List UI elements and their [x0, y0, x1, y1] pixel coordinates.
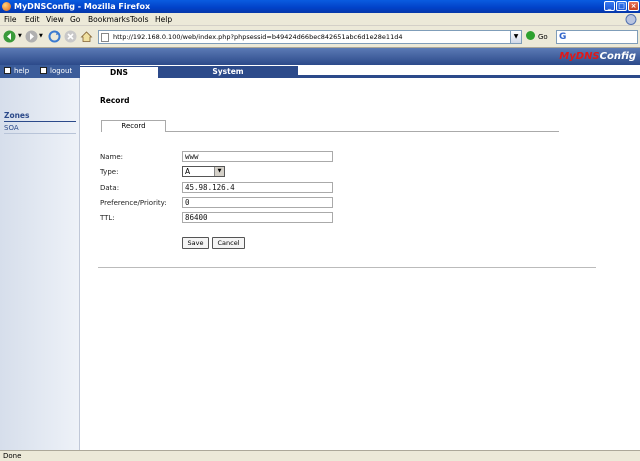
google-search-icon[interactable]: G [559, 32, 566, 43]
ttl-label: TTL: [100, 214, 115, 222]
navigation-toolbar: ▼ ▼ http://192.168.0.100/web/index.php?p… [0, 26, 640, 48]
throbber-icon [624, 13, 638, 26]
home-icon[interactable] [80, 30, 93, 43]
go-icon [526, 31, 535, 40]
subtab-divider [101, 131, 559, 132]
forward-dropdown-icon[interactable]: ▼ [39, 30, 44, 43]
help-label: help [14, 67, 30, 75]
menu-tools[interactable]: Tools [130, 14, 148, 25]
sidebar-item-soa[interactable]: SOA [4, 123, 76, 134]
sidebar: Zones SOA [0, 78, 80, 450]
minimize-icon[interactable]: _ [604, 1, 615, 11]
content-divider [98, 267, 596, 268]
menu-bar: File Edit View Go Bookmarks Tools Help [0, 13, 640, 26]
search-input[interactable]: G [556, 30, 638, 44]
close-icon[interactable]: × [628, 1, 639, 11]
type-select-value: A [185, 167, 191, 176]
user-links: help logout [0, 65, 80, 78]
stop-icon[interactable] [64, 30, 77, 43]
name-field[interactable]: www [182, 151, 333, 162]
status-bar: Done [0, 450, 640, 461]
logo-accent: MyDNS [559, 51, 600, 62]
preference-field[interactable]: 0 [182, 197, 333, 208]
logout-icon [40, 67, 47, 74]
page-title: Record [100, 96, 130, 105]
ttl-field[interactable]: 86400 [182, 212, 333, 223]
forward-icon[interactable] [25, 30, 38, 43]
go-label: Go [538, 33, 548, 41]
help-icon [4, 67, 11, 74]
app-header: MyDNSConfig [0, 48, 640, 65]
chevron-down-icon[interactable]: ▼ [214, 167, 224, 176]
cancel-button[interactable]: Cancel [212, 237, 245, 249]
maximize-icon[interactable]: □ [616, 1, 627, 11]
name-label: Name: [100, 153, 124, 161]
go-button[interactable]: Go [526, 30, 548, 44]
tab-record[interactable]: Record [101, 120, 166, 132]
menu-view[interactable]: View [46, 14, 64, 25]
logout-link[interactable]: logout [40, 67, 72, 76]
window-title-bar[interactable]: MyDNSConfig - Mozilla Firefox _ □ × [0, 0, 640, 13]
menu-edit[interactable]: Edit [25, 14, 40, 25]
preference-label: Preference/Priority: [100, 199, 167, 207]
type-select[interactable]: A ▼ [182, 166, 225, 177]
type-label: Type: [100, 168, 119, 176]
sidebar-heading: Zones [4, 110, 76, 122]
menu-file[interactable]: File [4, 14, 17, 25]
page-icon [101, 33, 109, 42]
help-link[interactable]: help [4, 67, 29, 76]
save-button[interactable]: Save [182, 237, 209, 249]
firefox-icon [2, 2, 11, 11]
address-bar[interactable]: http://192.168.0.100/web/index.php?phpse… [98, 30, 522, 44]
menu-go[interactable]: Go [70, 14, 80, 25]
tab-dns[interactable]: DNS [80, 66, 158, 78]
main-content: Record Record Name: www Type: A ▼ Data: … [81, 78, 640, 450]
url-text[interactable]: http://192.168.0.100/web/index.php?phpse… [113, 32, 402, 43]
app-logo: MyDNSConfig [559, 49, 636, 64]
module-tab-bar: DNS System [80, 65, 640, 78]
tab-system[interactable]: System [158, 66, 298, 78]
data-label: Data: [100, 184, 120, 192]
reload-icon[interactable] [48, 30, 61, 43]
url-dropdown-icon[interactable]: ▼ [510, 30, 522, 44]
back-dropdown-icon[interactable]: ▼ [18, 30, 23, 43]
logout-label: logout [50, 67, 73, 75]
menu-bookmarks[interactable]: Bookmarks [88, 14, 130, 25]
data-field[interactable]: 45.98.126.4 [182, 182, 333, 193]
menu-help[interactable]: Help [155, 14, 172, 25]
logo-text: Config [599, 51, 636, 62]
status-text: Done [3, 452, 22, 460]
window-title: MyDNSConfig - Mozilla Firefox [14, 2, 151, 11]
back-icon[interactable] [3, 30, 16, 43]
